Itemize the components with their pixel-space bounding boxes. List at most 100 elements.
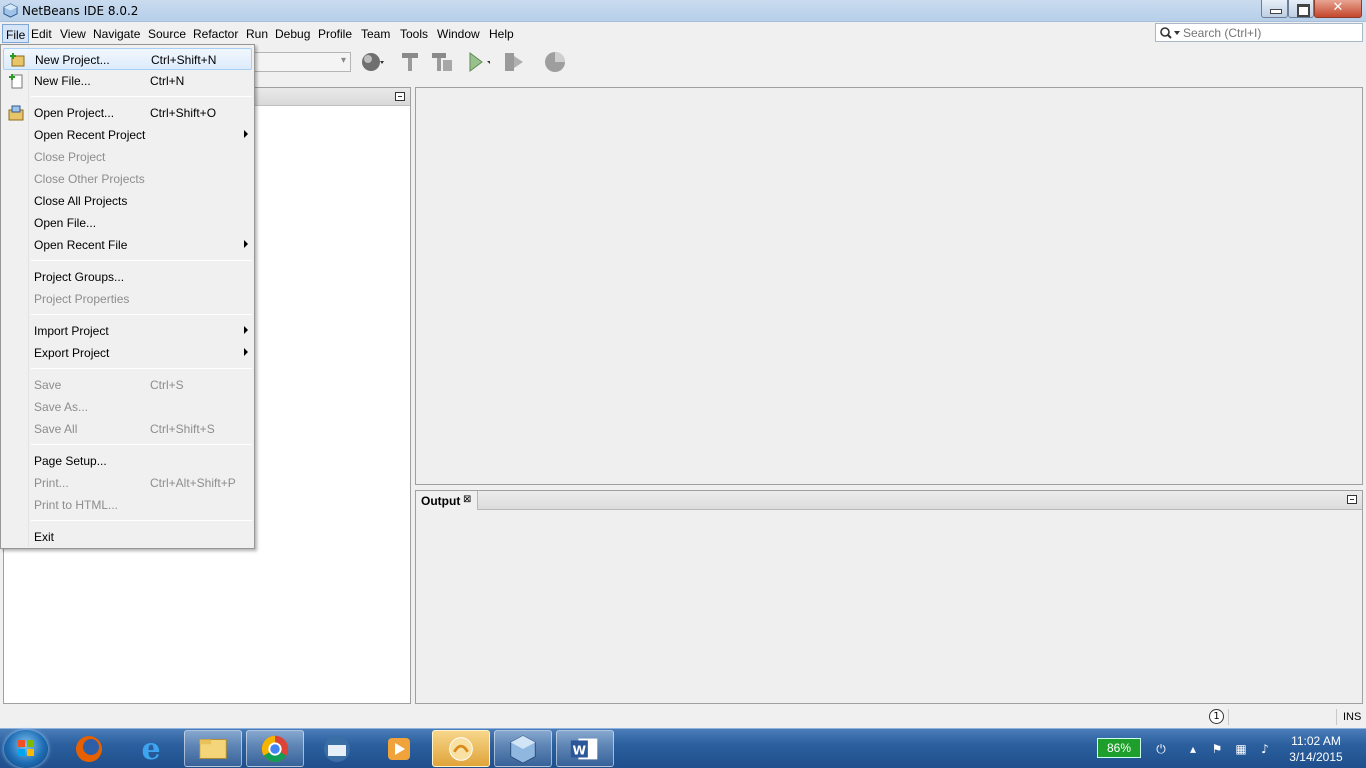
menu-view[interactable]: View — [57, 24, 89, 43]
build-hammer-icon[interactable] — [398, 50, 422, 74]
new-project-icon — [10, 53, 25, 67]
menu-separator — [31, 368, 252, 369]
file-menu: New Project... Ctrl+Shift+N New File... … — [0, 44, 255, 549]
insert-mode-indicator: INS — [1343, 711, 1362, 723]
menu-file[interactable]: File — [2, 24, 30, 43]
word-icon[interactable]: W — [556, 730, 614, 767]
virtualbox-icon[interactable] — [494, 730, 552, 767]
notifications-icon[interactable]: 1 — [1209, 709, 1224, 724]
menu-separator — [31, 260, 252, 261]
menu-item-project-properties: Project Properties — [34, 292, 130, 306]
minimize-pane-icon[interactable] — [1347, 495, 1357, 504]
clean-build-icon[interactable] — [430, 50, 454, 74]
menu-item-save-as: Save As... — [34, 400, 89, 414]
run-icon[interactable] — [466, 50, 490, 74]
battery-percent: 86% — [1106, 741, 1132, 755]
menu-item-save: Save Ctrl+S — [34, 378, 184, 392]
menu-item-new-file[interactable]: New File... Ctrl+N — [3, 70, 252, 92]
submenu-arrow-icon — [244, 130, 248, 138]
windows-logo-icon — [18, 740, 34, 756]
internet-explorer-icon[interactable]: e — [122, 730, 180, 767]
svg-text:W: W — [573, 744, 587, 758]
menu-item-close-all-projects[interactable]: Close All Projects — [3, 190, 252, 212]
power-plug-icon[interactable]: ⏻ — [1154, 742, 1168, 756]
configuration-combo[interactable] — [254, 52, 351, 72]
menu-item-print-to-html: Print to HTML... — [34, 498, 119, 512]
menu-item-open-recent-project[interactable]: Open Recent Project — [3, 124, 252, 146]
output-header: Output ⊠ — [416, 491, 1362, 510]
menu-tools[interactable]: Tools — [397, 24, 431, 43]
clock-date[interactable]: 3/14/2015 — [1281, 750, 1351, 764]
menu-item-page-setup[interactable]: Page Setup... — [3, 450, 252, 472]
debug-icon[interactable] — [503, 50, 527, 74]
action-center-flag-icon[interactable]: ⚑ — [1210, 742, 1224, 756]
submenu-arrow-icon — [244, 326, 248, 334]
status-separator — [1336, 709, 1337, 725]
submenu-arrow-icon — [244, 240, 248, 248]
show-hidden-icons-icon[interactable]: ▴ — [1186, 742, 1200, 756]
media-player-icon[interactable] — [370, 730, 428, 767]
menu-item-exit[interactable]: Exit — [3, 526, 252, 548]
menu-separator — [31, 96, 252, 97]
menu-item-open-project[interactable]: Open Project... Ctrl+Shift+O — [3, 102, 252, 124]
globe-icon[interactable] — [360, 50, 384, 74]
volume-icon[interactable]: ♪ — [1258, 742, 1272, 756]
menu-window[interactable]: Window — [434, 24, 483, 43]
menu-separator — [31, 520, 252, 521]
status-bar: 1 INS — [0, 706, 1366, 728]
new-file-icon — [9, 74, 23, 89]
menu-help[interactable]: Help — [486, 24, 517, 43]
minimize-pane-icon[interactable] — [395, 92, 405, 101]
menu-navigate[interactable]: Navigate — [90, 24, 143, 43]
menu-item-print: Print... Ctrl+Alt+Shift+P — [34, 476, 236, 490]
menu-edit[interactable]: Edit — [28, 24, 55, 43]
menu-item-new-project[interactable]: New Project... Ctrl+Shift+N — [3, 48, 252, 70]
search-input[interactable] — [1183, 25, 1359, 40]
chrome-icon[interactable] — [246, 730, 304, 767]
thunderbird-icon[interactable] — [308, 730, 366, 767]
start-button[interactable] — [4, 730, 48, 768]
menu-item-import-project[interactable]: Import Project — [3, 320, 252, 342]
menu-source[interactable]: Source — [145, 24, 189, 43]
close-icon: ✕ — [1332, 0, 1344, 15]
submenu-arrow-icon — [244, 348, 248, 356]
status-separator — [1228, 709, 1229, 725]
profile-icon[interactable] — [543, 50, 567, 74]
network-icon[interactable]: ▦ — [1234, 742, 1248, 756]
menu-profile[interactable]: Profile — [315, 24, 355, 43]
menu-item-close-project: Close Project — [34, 150, 106, 164]
quick-search[interactable] — [1155, 23, 1363, 42]
taskbar: e W 86% ⏻ ▴ ⚑ ▦ ♪ 11:02 AM 3/14/2015 — [0, 728, 1366, 768]
svg-text:e: e — [141, 732, 160, 767]
tab-output[interactable]: Output ⊠ — [416, 491, 478, 510]
output-pane[interactable]: Output ⊠ — [415, 490, 1363, 704]
menu-separator — [31, 444, 252, 445]
netbeans-logo-icon — [3, 3, 18, 18]
netbeans-task-icon[interactable] — [432, 730, 490, 767]
search-icon — [1160, 27, 1180, 39]
menu-debug[interactable]: Debug — [272, 24, 313, 43]
title-bar: NetBeans IDE 8.0.2 ✕ — [0, 0, 1366, 22]
menu-item-close-other-projects: Close Other Projects — [34, 172, 145, 186]
battery-indicator[interactable]: 86% — [1097, 738, 1141, 758]
menu-refactor[interactable]: Refactor — [190, 24, 241, 43]
minimize-button[interactable] — [1261, 0, 1288, 18]
file-explorer-icon[interactable] — [184, 730, 242, 767]
firefox-icon[interactable] — [60, 730, 118, 767]
editor-area[interactable] — [415, 87, 1363, 485]
menu-item-save-all: Save All Ctrl+Shift+S — [34, 422, 215, 436]
clock-time[interactable]: 11:02 AM — [1281, 734, 1351, 748]
close-tab-icon[interactable]: ⊠ — [463, 494, 471, 505]
menu-item-project-groups[interactable]: Project Groups... — [3, 266, 252, 288]
menu-item-open-file[interactable]: Open File... — [3, 212, 252, 234]
maximize-button[interactable] — [1288, 0, 1314, 18]
open-project-icon — [8, 105, 24, 121]
menu-item-open-recent-file[interactable]: Open Recent File — [3, 234, 252, 256]
output-tab-label: Output — [421, 494, 461, 508]
menu-run[interactable]: Run — [243, 24, 271, 43]
menu-item-export-project[interactable]: Export Project — [3, 342, 252, 364]
close-button[interactable]: ✕ — [1314, 0, 1362, 18]
menu-team[interactable]: Team — [358, 24, 393, 43]
menu-separator — [31, 314, 252, 315]
window-title: NetBeans IDE 8.0.2 — [22, 4, 139, 18]
